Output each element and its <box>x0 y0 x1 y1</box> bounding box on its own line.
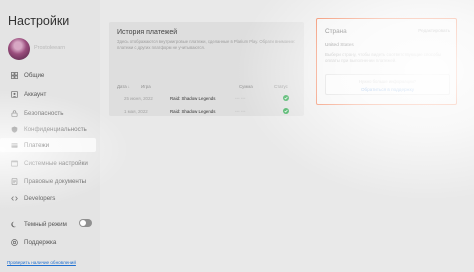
sidebar-item-legal[interactable]: Правовые документы <box>0 174 96 188</box>
payment-history-card: История платежей Здесь отображаются внут… <box>109 22 304 116</box>
dark-mode-row: Темный режим <box>0 217 96 231</box>
document-icon <box>10 177 18 185</box>
country-card: Страна Редактировать United States Выбер… <box>316 18 457 105</box>
country-title: Страна <box>325 28 347 35</box>
sidebar-item-label: Конфиденциальность <box>24 125 87 133</box>
contact-support-link[interactable]: Обратиться в поддержку <box>326 87 449 92</box>
sidebar-item-security[interactable]: Безопасность <box>0 106 96 120</box>
column-header-date-label: Дата <box>117 84 127 89</box>
row-amount: ••• ••• <box>235 96 246 101</box>
column-header-amount: Сумма <box>239 84 253 89</box>
account-icon <box>10 90 18 98</box>
row-game: Raid: Shadow Legends <box>170 96 216 101</box>
sidebar-item-label: Правовые документы <box>24 177 87 185</box>
edit-country-link[interactable]: Редактировать <box>418 28 450 33</box>
row-date: 25 июня, 2022 <box>124 96 153 101</box>
sidebar-item-label: Общие <box>24 71 45 79</box>
username: Prostoleearn <box>34 45 66 51</box>
sidebar-item-label: Developers <box>24 194 56 202</box>
moon-icon <box>10 220 18 228</box>
help-icon <box>10 238 18 246</box>
status-check-icon <box>283 95 289 101</box>
window-icon <box>10 159 18 167</box>
column-header-status: Статус <box>274 84 288 89</box>
grid-icon <box>10 71 18 79</box>
payment-history-description: Здесь отображаются внутриигровые платежи… <box>117 39 296 50</box>
column-header-game: Игра <box>141 84 151 89</box>
sidebar-item-system-settings[interactable]: Системные настройки <box>0 156 96 170</box>
sidebar-item-label: Платежи <box>24 141 50 149</box>
avatar[interactable] <box>8 38 30 60</box>
sidebar-item-general[interactable]: Общие <box>0 68 96 82</box>
row-game: Raid: Shadow Legends <box>170 109 216 114</box>
sidebar-item-account[interactable]: Аккаунт <box>0 87 96 101</box>
payment-history-title: История платежей <box>117 29 178 36</box>
sidebar-item-privacy[interactable]: Конфиденциальность <box>0 122 96 136</box>
dark-mode-toggle[interactable] <box>79 219 92 227</box>
row-amount: ••• ••• <box>235 109 246 114</box>
sidebar-item-label: Темный режим <box>24 220 67 228</box>
card-icon <box>10 141 18 149</box>
table-row: 1 мая, 2022 Raid: Shadow Legends ••• ••• <box>109 108 304 121</box>
sidebar-item-payments[interactable]: Платежи <box>0 138 96 152</box>
sidebar: Настройки Prostoleearn Общие Аккаунт Без… <box>0 0 100 272</box>
support-question: Нужно больше информации? <box>358 79 417 84</box>
sort-down-icon: ↓ <box>127 84 130 89</box>
lock-icon <box>10 109 18 117</box>
country-value: United States <box>325 43 354 48</box>
support-box: Нужно больше информации? Обратиться в по… <box>325 74 450 95</box>
sidebar-item-label: Аккаунт <box>24 90 47 98</box>
column-header-date[interactable]: Дата↓ <box>117 84 130 89</box>
country-description: Выбери страну, чтобы видеть соответствую… <box>325 52 442 64</box>
status-check-icon <box>283 108 289 114</box>
settings-title: Настройки <box>8 14 70 28</box>
code-icon <box>10 194 18 202</box>
sidebar-item-support[interactable]: Поддержка <box>0 235 96 249</box>
row-date: 1 мая, 2022 <box>124 109 148 114</box>
sidebar-item-developers[interactable]: Developers <box>0 191 96 205</box>
sidebar-item-label: Поддержка <box>24 238 57 246</box>
shield-icon <box>10 125 18 133</box>
sidebar-item-label: Безопасность <box>24 109 64 117</box>
table-row: 25 июня, 2022 Raid: Shadow Legends ••• •… <box>109 95 304 108</box>
sidebar-item-label: Системные настройки <box>24 159 88 167</box>
check-updates-link[interactable]: Проверить наличие обновлений <box>7 260 76 265</box>
